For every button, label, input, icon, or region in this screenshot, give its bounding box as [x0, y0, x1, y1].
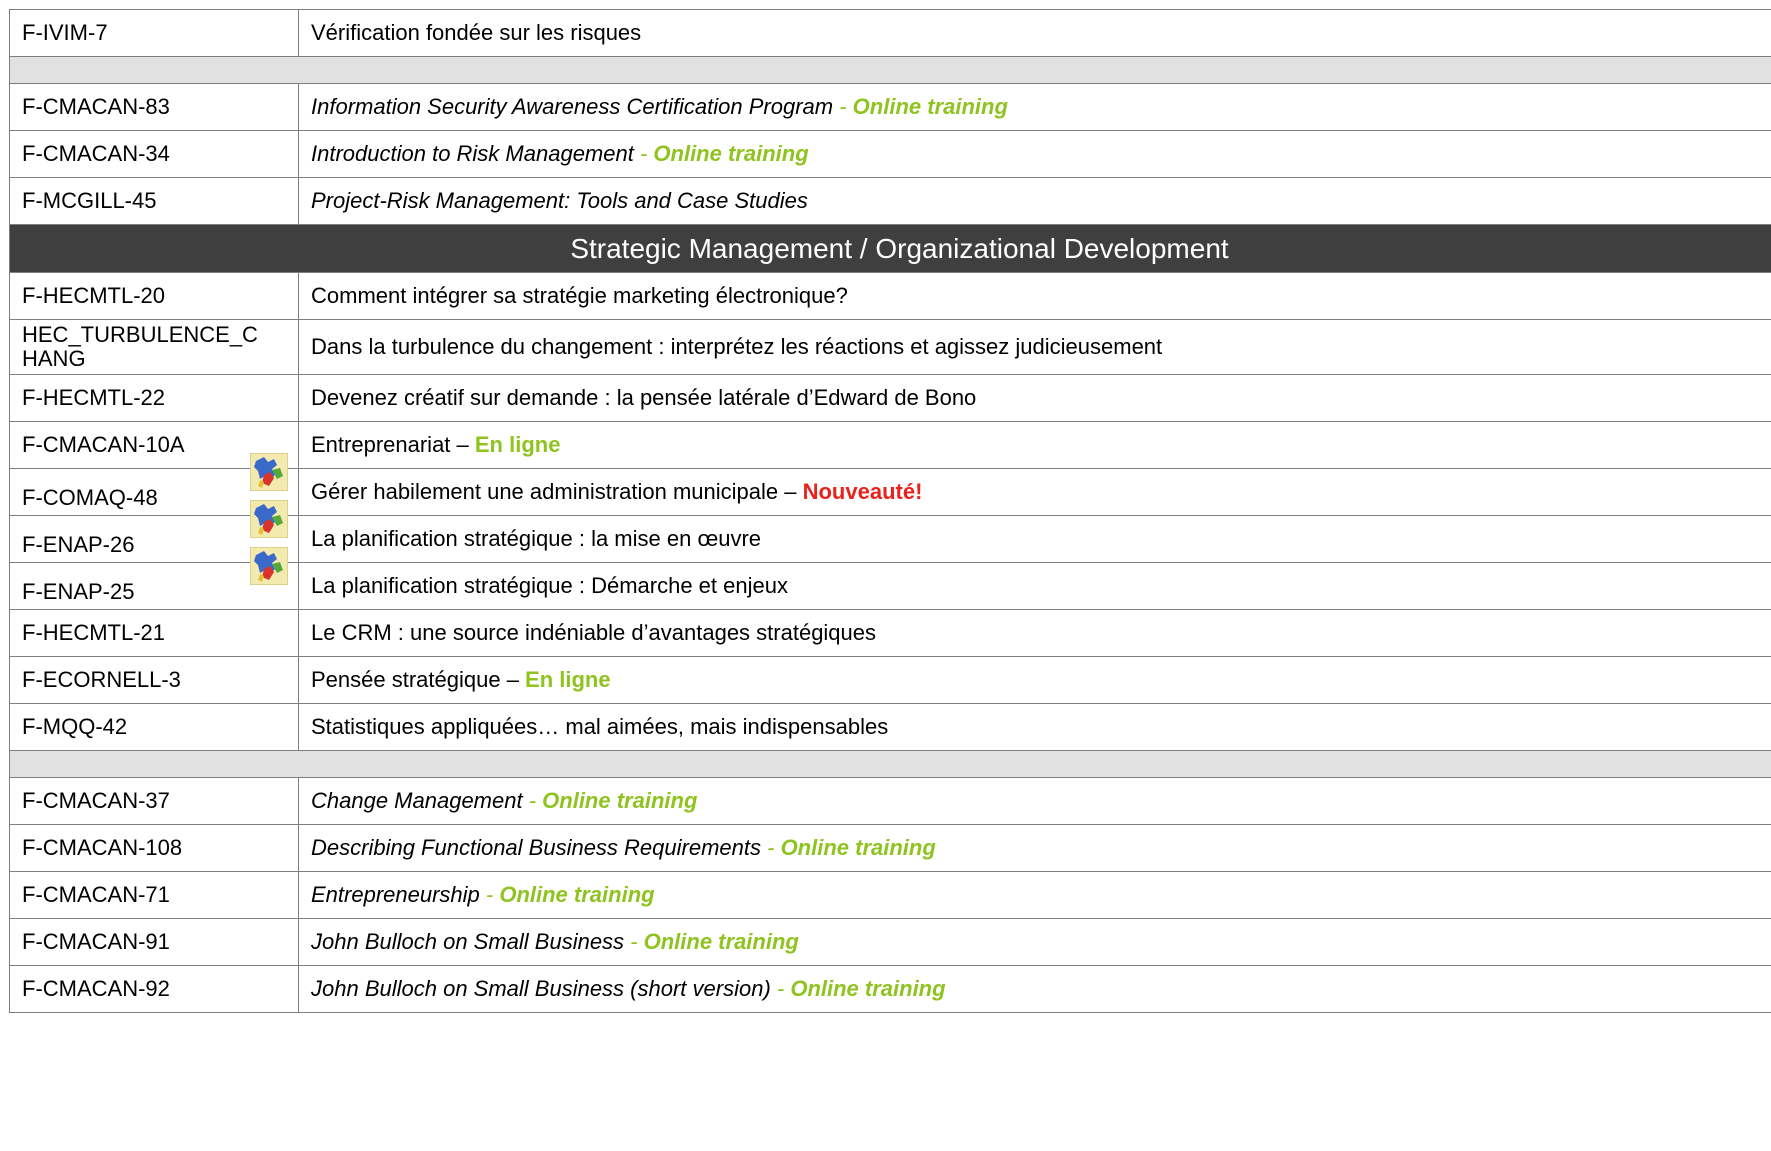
course-code: F-CMACAN-37 — [9, 777, 299, 825]
table-row: HEC_TURBULENCE_C HANG Dans la turbulence … — [9, 319, 1771, 375]
course-title-cell: Change Management - Online training — [298, 777, 1771, 825]
separator: - — [770, 976, 791, 1001]
course-title: Entrepreneurship — [311, 882, 480, 907]
course-title: Pensée stratégique – — [311, 667, 526, 692]
course-code-cell: F-ENAP-25 — [9, 547, 299, 610]
course-code: F-CMACAN-71 — [9, 871, 299, 919]
course-code-line2: HANG — [22, 346, 86, 371]
course-title: Describing Functional Business Requireme… — [311, 835, 761, 860]
quebec-map-icon — [250, 547, 288, 585]
course-title-cell: Information Security Awareness Certifica… — [298, 83, 1771, 131]
course-title-cell: Introduction to Risk Management - Online… — [298, 130, 1771, 178]
separator: - — [833, 94, 853, 119]
online-training-tag: Online training — [852, 94, 1008, 119]
course-title-cell: John Bulloch on Small Business (short ve… — [298, 965, 1771, 1013]
course-title-cell: Entreprenariat – En ligne — [298, 421, 1771, 469]
section-title: Strategic Management / Organizational De… — [9, 224, 1771, 273]
separator: - — [522, 788, 543, 813]
course-title: Le CRM : une source indéniable d’avantag… — [298, 609, 1771, 657]
course-code: F-MQQ-42 — [9, 703, 299, 751]
course-title: Vérification fondée sur les risques — [298, 9, 1771, 57]
table-row: F-CMACAN-83 Information Security Awarene… — [9, 83, 1771, 131]
course-code: F-HECMTL-22 — [9, 374, 299, 422]
course-code: F-COMAQ-48 — [22, 485, 158, 510]
course-title: Project-Risk Management: Tools and Case … — [298, 177, 1771, 225]
course-code: F-HECMTL-20 — [9, 272, 299, 320]
table-row: F-MCGILL-45 Project-Risk Management: Too… — [9, 177, 1771, 225]
table-row: F-CMACAN-91 John Bulloch on Small Busine… — [9, 918, 1771, 966]
online-tag: En ligne — [525, 667, 611, 692]
course-code: F-ECORNELL-3 — [9, 656, 299, 704]
course-title: La planification stratégique : la mise e… — [298, 515, 1771, 563]
separator: - — [633, 141, 654, 166]
table-row: F-CMACAN-92 John Bulloch on Small Busine… — [9, 965, 1771, 1013]
online-training-tag: Online training — [790, 976, 946, 1001]
course-code: F-HECMTL-21 — [9, 609, 299, 657]
course-code: HEC_TURBULENCE_C HANG — [9, 319, 299, 375]
table-row: F-CMACAN-71 Entrepreneurship - Online tr… — [9, 871, 1771, 919]
course-title: Introduction to Risk Management — [311, 141, 634, 166]
table-row: F-HECMTL-21 Le CRM : une source indéniab… — [9, 609, 1771, 657]
course-title: Change Management — [311, 788, 523, 813]
quebec-map-icon — [250, 500, 288, 538]
course-title: John Bulloch on Small Business (short ve… — [311, 976, 771, 1001]
table-row: F-ENAP-25 La planification stratégique :… — [9, 547, 1771, 610]
table-row: F-MQQ-42 Statistiques appliquées… mal ai… — [9, 703, 1771, 751]
course-code: F-CMACAN-34 — [9, 130, 299, 178]
course-title: Devenez créatif sur demande : la pensée … — [298, 374, 1771, 422]
course-title-cell: Pensée stratégique – En ligne — [298, 656, 1771, 704]
separator: - — [479, 882, 500, 907]
table-row: F-CMACAN-108 Describing Functional Busin… — [9, 824, 1771, 872]
section-header-row: Strategic Management / Organizational De… — [9, 224, 1771, 273]
course-code: F-IVIM-7 — [9, 9, 299, 57]
course-table: F-IVIM-7 Vérification fondée sur les ris… — [9, 9, 1771, 1013]
table-row: F-HECMTL-20 Comment intégrer sa stratégi… — [9, 272, 1771, 320]
online-training-tag: Online training — [780, 835, 936, 860]
course-code: F-CMACAN-108 — [9, 824, 299, 872]
course-code: F-MCGILL-45 — [9, 177, 299, 225]
course-code: F-CMACAN-83 — [9, 83, 299, 131]
course-code: F-ENAP-26 — [22, 532, 135, 557]
course-title-cell: Gérer habilement une administration muni… — [298, 468, 1771, 516]
course-code: F-CMACAN-91 — [9, 918, 299, 966]
separator: - — [761, 835, 781, 860]
course-title: Information Security Awareness Certifica… — [311, 94, 834, 119]
course-title: Gérer habilement une administration muni… — [311, 479, 803, 504]
online-training-tag: Online training — [653, 141, 809, 166]
course-code-line1: HEC_TURBULENCE_C — [22, 322, 258, 347]
separator: - — [624, 929, 644, 954]
table-row: F-ECORNELL-3 Pensée stratégique – En lig… — [9, 656, 1771, 704]
online-training-tag: Online training — [499, 882, 655, 907]
table-row: F-IVIM-7 Vérification fondée sur les ris… — [9, 9, 1771, 57]
group-separator — [9, 750, 1771, 778]
table-row: F-CMACAN-34 Introduction to Risk Managem… — [9, 130, 1771, 178]
course-title: Entreprenariat – — [311, 432, 475, 457]
new-tag: Nouveauté! — [802, 479, 923, 504]
quebec-map-icon — [250, 453, 288, 491]
course-title-cell: John Bulloch on Small Business - Online … — [298, 918, 1771, 966]
group-separator — [9, 56, 1771, 84]
course-title: Statistiques appliquées… mal aimées, mai… — [298, 703, 1771, 751]
online-training-tag: Online training — [643, 929, 799, 954]
online-training-tag: Online training — [542, 788, 698, 813]
course-title: Comment intégrer sa stratégie marketing … — [298, 272, 1771, 320]
course-title-cell: Describing Functional Business Requireme… — [298, 824, 1771, 872]
table-row: F-HECMTL-22 Devenez créatif sur demande … — [9, 374, 1771, 422]
course-code: F-ENAP-25 — [22, 579, 135, 604]
course-title-cell: Entrepreneurship - Online training — [298, 871, 1771, 919]
course-title: La planification stratégique : Démarche … — [298, 562, 1771, 610]
table-row: F-CMACAN-37 Change Management - Online t… — [9, 777, 1771, 825]
online-tag: En ligne — [474, 432, 561, 457]
course-code: F-CMACAN-92 — [9, 965, 299, 1013]
course-title: Dans la turbulence du changement : inter… — [298, 319, 1771, 375]
course-title: John Bulloch on Small Business — [311, 929, 625, 954]
